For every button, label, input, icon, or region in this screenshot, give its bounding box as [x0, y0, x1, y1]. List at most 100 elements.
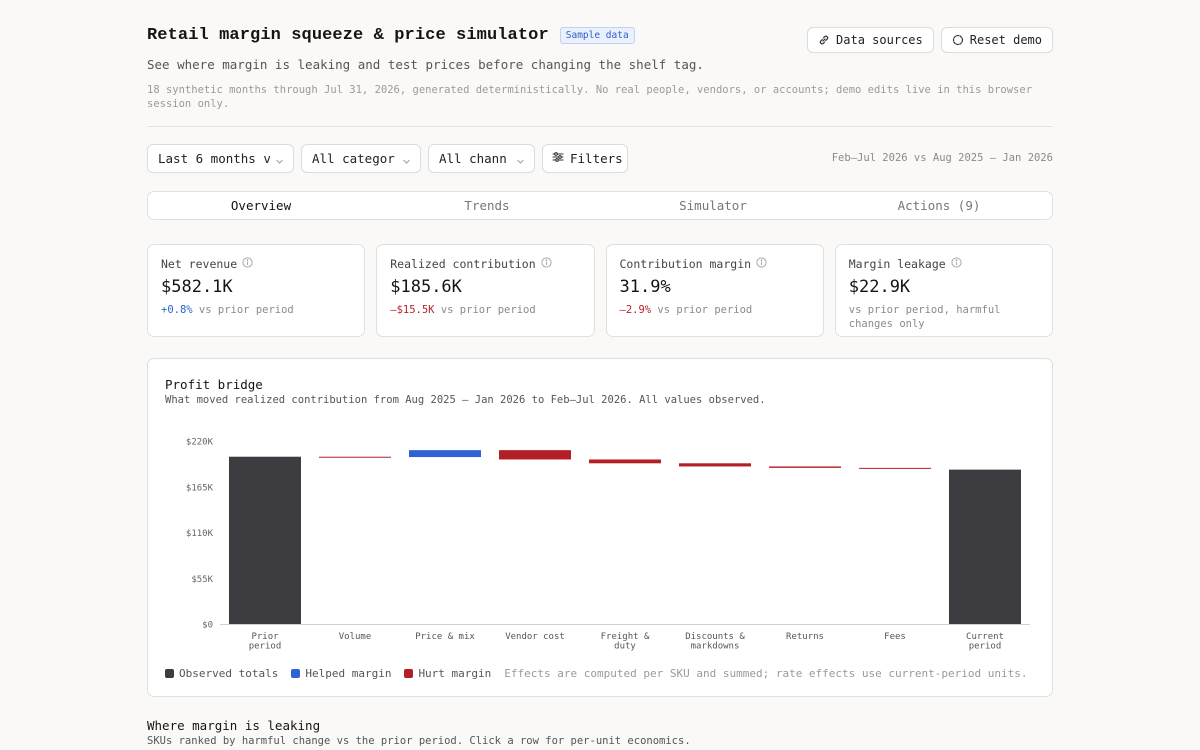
legend-label: Hurt margin [418, 667, 492, 680]
bar-prior-period [229, 456, 301, 624]
sliders-icon [552, 151, 564, 166]
kpi-card-contribution-margin: Contribution margin 31.9% –2.9% vs prior… [605, 244, 824, 337]
chevron-down-icon [275, 154, 284, 169]
x-tick-label: Price & mix [415, 632, 475, 642]
profit-bridge-chart: $0$55K$110K$165K$220KPrior periodVolume Pr… [186, 438, 1030, 652]
header: Retail margin squeeze & price simulator … [147, 26, 635, 45]
x-tick-label: Vendor cost [505, 632, 565, 642]
kpi-card-net-revenue: Net revenue $582.1K +0.8% vs prior perio… [147, 244, 366, 337]
x-tick-label-line: Vendor cost [505, 632, 565, 642]
comparison-period: Feb–Jul 2026 vs Aug 2025 – Jan 2026 [831, 152, 1053, 164]
x-tick-label-line: Returns [786, 632, 824, 642]
category-select[interactable]: All categor [301, 144, 421, 173]
filters-label: Filters [570, 151, 623, 166]
kpi-label: Margin leakage [848, 257, 946, 271]
profit-bridge-card: Profit bridge What moved realized contri… [147, 358, 1053, 697]
bar-volume [319, 456, 391, 458]
kpi-value: $22.9K [848, 277, 911, 297]
bar-fees [859, 467, 931, 469]
legend-swatch [291, 669, 301, 678]
x-tick-label: Prior period [249, 632, 282, 652]
channel-select-value: All channe [439, 151, 507, 166]
x-tick-label-line: duty [614, 642, 636, 652]
legend-note: Effects are computed per SKU and summed;… [504, 667, 1028, 680]
period-select-value: Last 6 months v [158, 151, 271, 166]
kpi-label: Contribution margin [619, 257, 752, 271]
info-icon[interactable] [756, 257, 767, 271]
page-title: Retail margin squeeze & price simulator [147, 26, 549, 45]
kpi-value: 31.9% [619, 277, 671, 297]
bar-price-mix [409, 450, 481, 458]
legend-swatch [165, 669, 174, 678]
y-tick-label: $165K [186, 483, 214, 493]
kpi-delta-suffix: vs prior period, harmful changes only [848, 304, 1001, 330]
x-tick-label: Fees [884, 632, 906, 642]
kpi-card-margin-leakage: Margin leakage $22.9K vs prior period, h… [834, 244, 1053, 337]
kpi-delta: –2.9% [619, 304, 652, 316]
leakage-section-title: Where margin is leaking [147, 718, 321, 733]
page-subtitle: See where margin is leaking and test pri… [147, 57, 704, 72]
info-icon[interactable] [951, 257, 962, 271]
chevron-down-icon [402, 154, 411, 169]
tab-simulator[interactable]: Simulator [600, 192, 826, 219]
x-tick-label-line: Current [966, 632, 1004, 642]
data-disclaimer: 18 synthetic months through Jul 31, 2026… [147, 84, 1033, 110]
kpi-delta: –$15.5K [390, 304, 435, 316]
sample-data-badge: Sample data [559, 27, 635, 44]
data-sources-button[interactable]: Data sources [807, 27, 934, 53]
kpi-delta: +0.8% [161, 304, 193, 316]
tab-trends[interactable]: Trends [374, 192, 600, 219]
bar-current-period [949, 469, 1021, 624]
legend-item-observed: Observed totals [165, 667, 278, 680]
chart-legend: Observed totals Helped margin Hurt margi… [165, 667, 1027, 680]
leakage-section-subtitle: SKUs ranked by harmful change vs the pri… [147, 735, 691, 747]
data-sources-label: Data sources [836, 33, 923, 47]
kpi-value: $185.6K [390, 277, 462, 297]
x-tick-label-line: markdowns [691, 642, 740, 652]
x-tick-label-line: period [969, 642, 1002, 652]
link-icon [818, 34, 830, 46]
x-tick-label-line: Fees [884, 632, 906, 642]
x-tick-label-line: Price & mix [415, 632, 475, 642]
x-tick-label: Discounts & markdowns [685, 632, 745, 652]
bar-returns [769, 466, 841, 468]
x-tick-label-line: Freight & [601, 632, 650, 642]
info-icon[interactable] [242, 257, 253, 271]
kpi-label: Realized contribution [390, 257, 536, 271]
tab-overview[interactable]: Overview [148, 192, 374, 219]
legend-item-helped: Helped margin [291, 667, 391, 680]
header-actions: Data sources Reset demo [807, 27, 1053, 53]
category-select-value: All categor [312, 151, 395, 166]
y-tick-label: $110K [186, 529, 214, 539]
kpi-label: Net revenue [161, 257, 238, 271]
bar-freight-duty [589, 459, 661, 464]
period-select[interactable]: Last 6 months v [147, 144, 294, 173]
kpi-delta-suffix: vs prior period [434, 304, 536, 316]
y-tick-label: $55K [191, 575, 213, 585]
tab-actions[interactable]: Actions (9) [826, 192, 1052, 219]
legend-label: Helped margin [305, 667, 392, 680]
x-tick-label: Freight & duty [601, 632, 650, 652]
x-tick-label-line: Volume [339, 632, 372, 642]
channel-select[interactable]: All channe [428, 144, 535, 173]
kpi-delta-suffix: vs prior period [651, 304, 753, 316]
kpi-value: $582.1K [161, 277, 233, 297]
chevron-down-icon [516, 154, 525, 169]
y-tick-label: $220K [186, 438, 214, 448]
info-icon[interactable] [541, 257, 552, 271]
header-divider [147, 126, 1053, 127]
x-tick-label-line: Discounts & [685, 632, 745, 642]
bar-discounts-markdowns [679, 463, 751, 467]
x-tick-label: Volume [339, 632, 372, 642]
x-tick-label: Current period [966, 632, 1004, 652]
reset-demo-button[interactable]: Reset demo [940, 27, 1053, 53]
kpi-row: Net revenue $582.1K +0.8% vs prior perio… [147, 244, 1053, 337]
filters-button[interactable]: Filters [542, 144, 628, 173]
reset-demo-label: Reset demo [969, 33, 1042, 47]
x-tick-label-line: Prior [251, 632, 279, 642]
bar-vendor-cost [499, 450, 571, 460]
view-tabs: Overview Trends Simulator Actions (9) [147, 191, 1053, 220]
y-tick-label: $0 [202, 621, 213, 631]
legend-label: Observed totals [179, 667, 279, 680]
x-tick-label-line: period [249, 642, 282, 652]
